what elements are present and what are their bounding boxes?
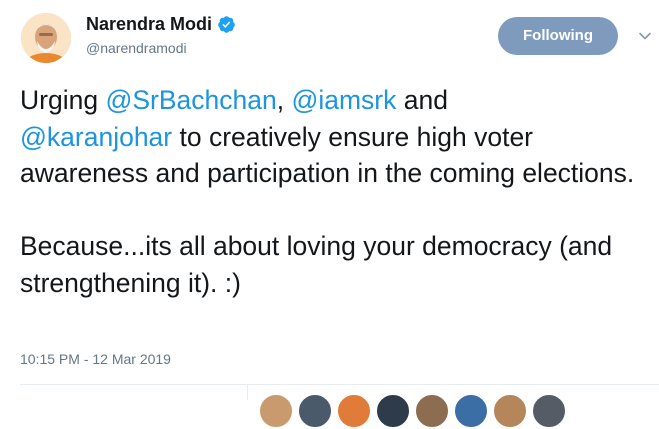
author-avatar[interactable]	[21, 13, 71, 63]
tweet-text-segment: ,	[276, 85, 292, 115]
tweet-text-segment: Urging	[20, 85, 106, 115]
tweet-text-segment: and	[396, 85, 448, 115]
author-info: Narendra Modi @narendramodi	[86, 12, 236, 57]
author-handle[interactable]: @narendramodi	[86, 39, 236, 57]
chevron-down-icon[interactable]	[638, 29, 652, 43]
liker-avatar[interactable]	[258, 393, 294, 429]
tweet-card: Narendra Modi @narendramodi Following Ur…	[0, 0, 659, 429]
tweet-text: Urging @SrBachchan, @iamsrk and @karanjoh…	[20, 82, 650, 301]
mention-link-srbachchan[interactable]: @SrBachchan	[105, 85, 276, 115]
liker-avatar[interactable]	[297, 393, 333, 429]
verified-badge-icon	[217, 15, 236, 34]
divider-vertical	[247, 385, 248, 400]
liker-avatar[interactable]	[336, 393, 372, 429]
mention-link-iamsrk[interactable]: @iamsrk	[291, 85, 396, 115]
liker-avatar[interactable]	[492, 393, 528, 429]
divider	[20, 384, 659, 385]
author-display-name[interactable]: Narendra Modi	[86, 12, 212, 36]
display-name-row: Narendra Modi	[86, 12, 236, 36]
tweet-timestamp[interactable]: 10:15 PM - 12 Mar 2019	[20, 350, 171, 368]
liker-avatar[interactable]	[531, 393, 567, 429]
liker-avatars	[258, 393, 570, 429]
tweet-paragraph-2: Because...its all about loving your demo…	[20, 231, 613, 298]
liker-avatar[interactable]	[453, 393, 489, 429]
liker-avatar[interactable]	[414, 393, 450, 429]
liker-avatar[interactable]	[375, 393, 411, 429]
mention-link-karanjohar[interactable]: @karanjohar	[20, 122, 172, 152]
following-button[interactable]: Following	[498, 17, 618, 55]
tweet-paragraph-1: Urging @SrBachchan, @iamsrk and @karanjoh…	[20, 82, 650, 192]
